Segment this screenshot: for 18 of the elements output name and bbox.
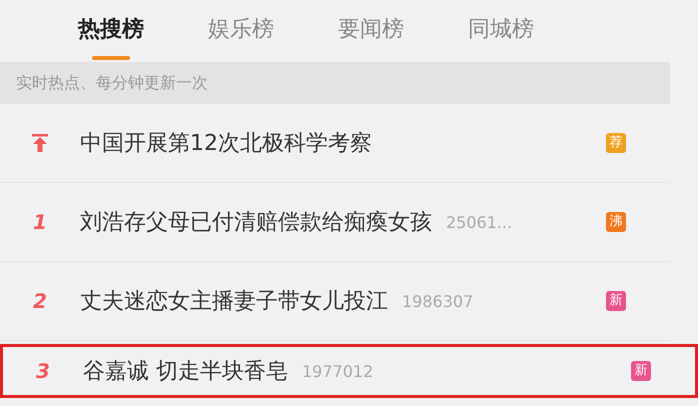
trend-badge: 新 [606, 291, 626, 311]
pin-top-icon [31, 133, 49, 153]
trend-title[interactable]: 中国开展第12次北极科学考察 [80, 128, 372, 158]
rank-number: 2 [32, 289, 48, 313]
rank-number: 1 [32, 210, 48, 234]
heat-count: 1977012 [302, 362, 374, 380]
tab-underline [92, 56, 130, 60]
heat-count: 25061... [446, 212, 512, 232]
trend-title[interactable]: 丈夫迷恋女主播妻子带女儿投江 [80, 286, 388, 316]
trend-title[interactable]: 谷嘉诚 切走半块香皂 [83, 356, 288, 386]
heat-count: 1986307 [402, 292, 474, 310]
notice-text: 实时热点、每分钟更新一次 [0, 62, 670, 104]
trend-badge: 新 [631, 361, 651, 381]
rank-number: 3 [35, 359, 51, 383]
trend-badge: 荐 [606, 133, 626, 153]
tab[interactable]: 热搜榜 [78, 14, 144, 48]
trend-badge: 沸 [606, 212, 626, 232]
trend-title[interactable]: 刘浩存父母已付清赔偿款给痴瘓女孩 [80, 207, 432, 237]
